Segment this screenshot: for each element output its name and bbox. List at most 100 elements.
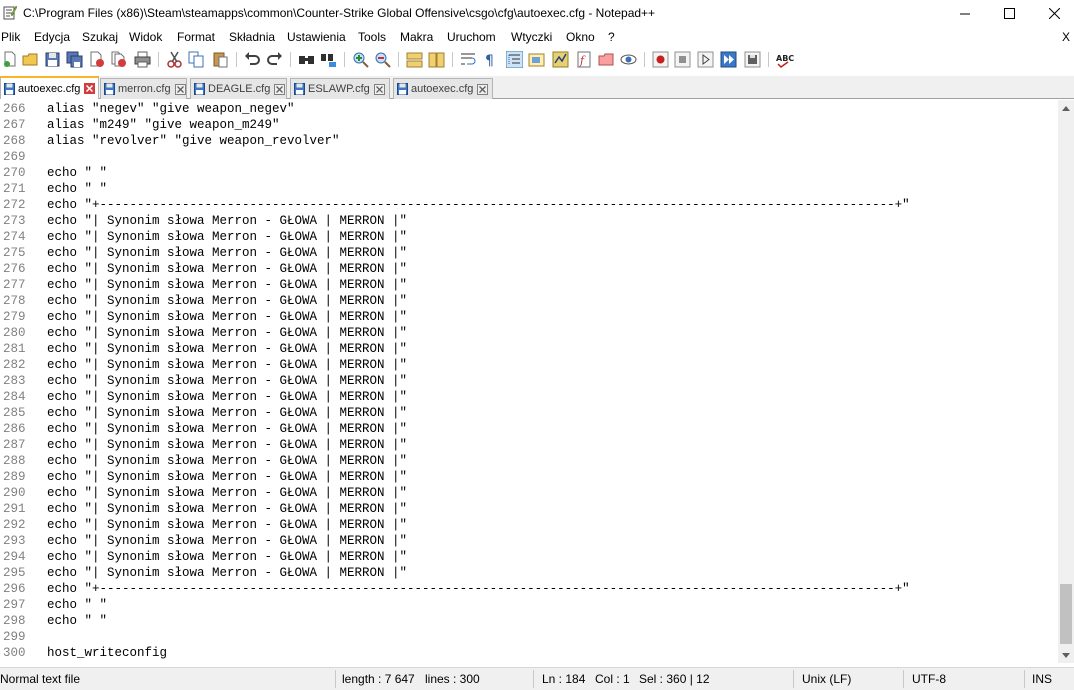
tab-close-icon[interactable]: [84, 83, 96, 94]
run-macro-multiple-icon[interactable]: [720, 51, 737, 68]
play-macro-icon[interactable]: [697, 51, 714, 68]
maximize-button[interactable]: [986, 0, 1032, 26]
cut-icon[interactable]: [166, 51, 183, 68]
code-line[interactable]: 276 echo "| Synonim słowa Merron - GŁOWA …: [0, 261, 1058, 277]
menu-plik[interactable]: Plik: [1, 30, 20, 44]
menu-szukaj[interactable]: Szukaj: [82, 30, 118, 44]
close-all-icon[interactable]: [110, 51, 127, 68]
code-line[interactable]: 273 echo "| Synonim słowa Merron - GŁOWA …: [0, 213, 1058, 229]
code-line[interactable]: 281 echo "| Synonim słowa Merron - GŁOWA …: [0, 341, 1058, 357]
code-line[interactable]: 275 echo "| Synonim słowa Merron - GŁOWA …: [0, 245, 1058, 261]
zoom-in-icon[interactable]: [352, 51, 369, 68]
menu-tools[interactable]: Tools: [358, 30, 386, 44]
tab-autoexec-cfg[interactable]: autoexec.cfg: [0, 76, 99, 99]
text-editor[interactable]: 266 alias "negev" "give weapon_negev" 267 a…: [0, 100, 1058, 663]
word-wrap-icon[interactable]: [460, 51, 477, 68]
close-document-button[interactable]: X: [1062, 30, 1070, 44]
close-icon[interactable]: [88, 51, 105, 68]
doc-map-icon[interactable]: [552, 51, 569, 68]
tab-close-icon[interactable]: [477, 83, 489, 95]
code-line[interactable]: 293 echo "| Synonim słowa Merron - GŁOWA …: [0, 533, 1058, 549]
code-line[interactable]: 298 echo " ": [0, 613, 1058, 629]
menu-help[interactable]: ?: [608, 30, 615, 44]
scroll-up-button[interactable]: [1058, 100, 1074, 116]
tab-close-icon[interactable]: [373, 83, 385, 95]
function-list-icon[interactable]: f: [576, 51, 593, 68]
code-line[interactable]: 268 alias "revolver" "give weapon_revolve…: [0, 133, 1058, 149]
save-all-icon[interactable]: [66, 51, 83, 68]
show-all-characters-icon[interactable]: ¶: [482, 51, 499, 68]
code-line[interactable]: 288 echo "| Synonim słowa Merron - GŁOWA …: [0, 453, 1058, 469]
code-line[interactable]: 279 echo "| Synonim słowa Merron - GŁOWA …: [0, 309, 1058, 325]
print-icon[interactable]: [134, 51, 151, 68]
code-line[interactable]: 287 echo "| Synonim słowa Merron - GŁOWA …: [0, 437, 1058, 453]
menu-widok[interactable]: Widok: [129, 30, 162, 44]
redo-icon[interactable]: [266, 51, 283, 68]
code-line[interactable]: 272 echo "+------------------------------…: [0, 197, 1058, 213]
code-line[interactable]: 290 echo "| Synonim słowa Merron - GŁOWA …: [0, 485, 1058, 501]
tab-close-icon[interactable]: [174, 83, 186, 95]
tab-deagle-cfg[interactable]: DEAGLE.cfg: [190, 78, 287, 99]
close-window-button[interactable]: [1031, 0, 1074, 26]
status-eol-format[interactable]: Unix (LF): [802, 672, 851, 686]
udl-icon[interactable]: [528, 51, 545, 68]
tab-eslawp-cfg[interactable]: ESLAWP.cfg: [290, 78, 390, 99]
code-line[interactable]: 274 echo "| Synonim słowa Merron - GŁOWA …: [0, 229, 1058, 245]
replace-icon[interactable]: [320, 51, 337, 68]
minimize-button[interactable]: [942, 0, 988, 26]
code-line[interactable]: 300 host_writeconfig: [0, 645, 1058, 661]
scroll-down-button[interactable]: [1058, 647, 1074, 663]
menu-ustawienia[interactable]: Ustawienia: [287, 30, 346, 44]
scroll-thumb[interactable]: [1060, 584, 1072, 644]
sync-vertical-icon[interactable]: [406, 51, 423, 68]
open-file-icon[interactable]: [22, 51, 39, 68]
menu-edycja[interactable]: Edycja: [34, 30, 70, 44]
find-icon[interactable]: [298, 51, 315, 68]
monitoring-icon[interactable]: [620, 51, 637, 68]
code-line[interactable]: 271 echo " ": [0, 181, 1058, 197]
code-line[interactable]: 291 echo "| Synonim słowa Merron - GŁOWA …: [0, 501, 1058, 517]
menu-wtyczki[interactable]: Wtyczki: [511, 30, 552, 44]
code-line[interactable]: 269: [0, 149, 1058, 165]
save-icon[interactable]: [44, 51, 61, 68]
record-macro-icon[interactable]: [652, 51, 669, 68]
zoom-out-icon[interactable]: [374, 51, 391, 68]
spell-check-icon[interactable]: ABC: [776, 51, 796, 68]
code-line[interactable]: 285 echo "| Synonim słowa Merron - GŁOWA …: [0, 405, 1058, 421]
new-file-icon[interactable]: [2, 51, 19, 68]
tab-merron-cfg[interactable]: merron.cfg: [100, 78, 187, 99]
code-line[interactable]: 292 echo "| Synonim słowa Merron - GŁOWA …: [0, 517, 1058, 533]
menu-okno[interactable]: Okno: [566, 30, 595, 44]
code-line[interactable]: 277 echo "| Synonim słowa Merron - GŁOWA …: [0, 277, 1058, 293]
code-line[interactable]: 299: [0, 629, 1058, 645]
folder-workspace-icon[interactable]: [598, 51, 615, 68]
code-line[interactable]: 295 echo "| Synonim słowa Merron - GŁOWA …: [0, 565, 1058, 581]
status-insert-mode[interactable]: INS: [1032, 672, 1052, 686]
code-line[interactable]: 267 alias "m249" "give weapon_m249": [0, 117, 1058, 133]
menu-makra[interactable]: Makra: [400, 30, 433, 44]
stop-macro-icon[interactable]: [674, 51, 691, 68]
code-line[interactable]: 282 echo "| Synonim słowa Merron - GŁOWA …: [0, 357, 1058, 373]
code-line[interactable]: 284 echo "| Synonim słowa Merron - GŁOWA …: [0, 389, 1058, 405]
code-line[interactable]: 296 echo "+------------------------------…: [0, 581, 1058, 597]
sync-horizontal-icon[interactable]: [428, 51, 445, 68]
tab-autoexec-cfg-2[interactable]: autoexec.cfg: [393, 78, 493, 99]
status-encoding[interactable]: UTF-8: [912, 672, 946, 686]
indent-guide-icon[interactable]: [506, 51, 523, 68]
code-line[interactable]: 280 echo "| Synonim słowa Merron - GŁOWA …: [0, 325, 1058, 341]
undo-icon[interactable]: [244, 51, 261, 68]
save-macro-icon[interactable]: [744, 51, 761, 68]
paste-icon[interactable]: [212, 51, 229, 68]
tab-close-icon[interactable]: [274, 83, 286, 95]
code-line[interactable]: 289 echo "| Synonim słowa Merron - GŁOWA …: [0, 469, 1058, 485]
code-line[interactable]: 286 echo "| Synonim słowa Merron - GŁOWA …: [0, 421, 1058, 437]
menu-skladnia[interactable]: Składnia: [229, 30, 275, 44]
code-line[interactable]: 297 echo " ": [0, 597, 1058, 613]
menu-uruchom[interactable]: Uruchom: [447, 30, 496, 44]
copy-icon[interactable]: [188, 51, 205, 68]
code-line[interactable]: 283 echo "| Synonim słowa Merron - GŁOWA …: [0, 373, 1058, 389]
code-line[interactable]: 270 echo " ": [0, 165, 1058, 181]
code-line[interactable]: 266 alias "negev" "give weapon_negev": [0, 101, 1058, 117]
code-line[interactable]: 294 echo "| Synonim słowa Merron - GŁOWA …: [0, 549, 1058, 565]
code-line[interactable]: 278 echo "| Synonim słowa Merron - GŁOWA …: [0, 293, 1058, 309]
